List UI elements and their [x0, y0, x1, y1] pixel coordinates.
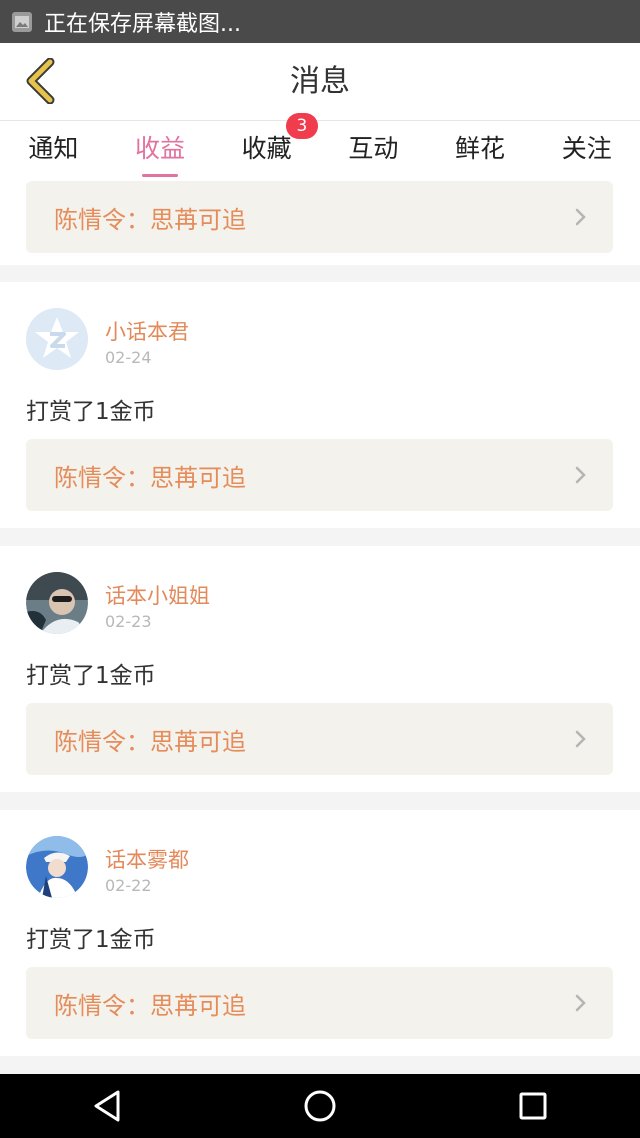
chevron-right-icon — [575, 730, 586, 748]
avatar[interactable] — [26, 572, 88, 634]
back-triangle-icon — [94, 1090, 120, 1122]
username[interactable]: 话本雾都 — [105, 844, 189, 874]
home-circle-icon — [304, 1090, 336, 1122]
status-bar: 正在保存屏幕截图... — [0, 0, 640, 43]
book-link[interactable]: 陈情令：思苒可追 — [26, 967, 613, 1039]
reward-text: 打赏了1金币 — [26, 399, 156, 425]
tab-notice[interactable]: 通知 — [0, 121, 107, 181]
reward-text: 打赏了1金币 — [26, 927, 156, 953]
tab-label: 鲜花 — [455, 134, 506, 163]
reward-text: 打赏了1金币 — [26, 663, 156, 689]
page-title: 消息 — [290, 64, 350, 99]
message-date: 02-24 — [105, 348, 152, 367]
tab-bar: 通知 收益 收藏 3 互动 鲜花 关注 — [0, 113, 640, 181]
tab-earnings[interactable]: 收益 — [107, 121, 214, 181]
message-date: 02-23 — [105, 612, 152, 631]
tab-label: 收益 — [135, 134, 186, 163]
book-link[interactable]: 陈情令：思苒可追 — [26, 439, 613, 511]
nav-recents-button[interactable] — [493, 1074, 573, 1138]
tab-interaction[interactable]: 互动 — [320, 121, 427, 181]
message-card: 话本小姐姐 02-23 打赏了1金币 陈情令：思苒可追 — [0, 546, 640, 792]
tab-follow[interactable]: 关注 — [533, 121, 640, 181]
back-button[interactable] — [12, 53, 68, 109]
system-navigation-bar — [0, 1074, 640, 1138]
recents-square-icon — [519, 1092, 547, 1120]
book-title: 陈情令：思苒可追 — [54, 463, 246, 492]
chevron-left-icon — [26, 58, 55, 104]
screenshot-icon — [12, 11, 32, 32]
header: 消息 — [0, 43, 640, 121]
tab-label: 收藏 — [241, 134, 292, 163]
tab-label: 互动 — [348, 134, 399, 163]
message-card: 陈情令：思苒可追 — [0, 181, 640, 265]
chevron-right-icon — [575, 466, 586, 484]
username[interactable]: 话本小姐姐 — [105, 580, 210, 610]
tab-favorites[interactable]: 收藏 3 — [213, 113, 320, 181]
unread-count-badge: 3 — [285, 113, 318, 139]
book-link[interactable]: 陈情令：思苒可追 — [26, 703, 613, 775]
message-card: 话本雾都 02-22 打赏了1金币 陈情令：思苒可追 — [0, 810, 640, 1056]
book-title: 陈情令：思苒可追 — [54, 205, 246, 234]
book-link[interactable]: 陈情令：思苒可追 — [26, 181, 613, 253]
status-notification-text: 正在保存屏幕截图... — [44, 11, 241, 37]
avatar[interactable] — [26, 836, 88, 898]
tab-label: 通知 — [28, 134, 79, 163]
message-card: 小话本君 02-24 打赏了1金币 陈情令：思苒可追 — [0, 282, 640, 528]
chevron-right-icon — [575, 994, 586, 1012]
username[interactable]: 小话本君 — [105, 316, 189, 346]
message-date: 02-22 — [105, 876, 152, 895]
avatar[interactable] — [26, 308, 88, 370]
nav-back-button[interactable] — [67, 1074, 147, 1138]
book-title: 陈情令：思苒可追 — [54, 991, 246, 1020]
book-title: 陈情令：思苒可追 — [54, 727, 246, 756]
nav-home-button[interactable] — [280, 1074, 360, 1138]
tab-flowers[interactable]: 鲜花 — [427, 121, 534, 181]
tab-label: 关注 — [561, 134, 612, 163]
chevron-right-icon — [575, 208, 586, 226]
